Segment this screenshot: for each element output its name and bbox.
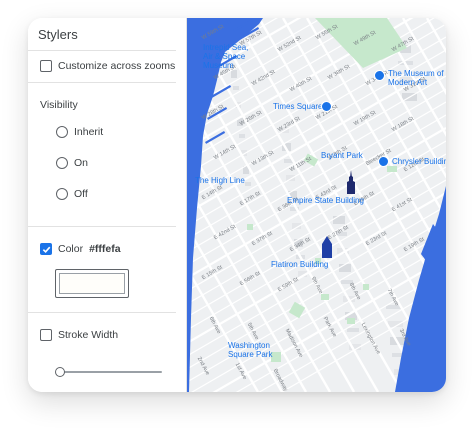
radio-circle[interactable] xyxy=(56,188,68,200)
stroke-width-checkbox[interactable]: Stroke Width xyxy=(40,329,118,341)
flatiron-icon[interactable] xyxy=(321,236,333,258)
poi-label: Times Square xyxy=(273,102,323,111)
landmark-icon[interactable] xyxy=(321,101,332,112)
building-block xyxy=(245,182,251,186)
building-block xyxy=(239,134,245,138)
poi-label: Intrepid Sea, Air & Space Museum xyxy=(203,43,249,70)
empire-state-icon[interactable] xyxy=(345,170,357,194)
radio-label: Off xyxy=(74,188,88,200)
color-checkbox[interactable]: Color #fffefa xyxy=(40,243,121,255)
poi-intrepid-museum[interactable]: Intrepid Sea, Air & Space Museum xyxy=(203,43,249,70)
poi-label: Chrysler Building xyxy=(392,157,446,166)
poi-label: The High Line xyxy=(195,176,245,185)
stroke-width-slider[interactable] xyxy=(55,367,162,377)
radio-label: On xyxy=(74,157,89,169)
poi-high-line[interactable]: The High Line xyxy=(195,176,245,185)
stroke-width-label: Stroke Width xyxy=(58,329,119,341)
building-block xyxy=(339,264,351,272)
radio-circle[interactable] xyxy=(56,157,68,169)
divider xyxy=(28,312,176,313)
check-icon xyxy=(42,246,50,253)
building-block xyxy=(233,86,239,90)
customize-zooms-checkbox[interactable]: Customize across zooms xyxy=(40,60,175,72)
visibility-radio-off[interactable]: Off xyxy=(56,188,88,200)
poi-bryant-park[interactable]: Bryant Park xyxy=(321,151,363,160)
visibility-label: Visibility xyxy=(40,99,78,111)
poi-empire-state-building[interactable]: Empire State Building xyxy=(287,196,364,205)
customize-zooms-label: Customize across zooms xyxy=(58,60,176,72)
visibility-radio-inherit[interactable]: Inherit xyxy=(56,126,103,138)
poi-label: Empire State Building xyxy=(287,196,364,205)
styler-panel: Stylers Customize across zooms Visibilit… xyxy=(28,18,187,392)
divider xyxy=(28,226,176,227)
poi-label: Bryant Park xyxy=(321,151,363,160)
poi-museum-modern-art[interactable]: The Museum of Modern Art xyxy=(388,69,446,87)
poi-label: The Museum of Modern Art xyxy=(388,69,444,87)
building-block xyxy=(347,328,359,332)
building-block xyxy=(333,216,345,224)
radio-label: Inherit xyxy=(74,126,104,138)
building-block xyxy=(286,175,295,181)
radio-circle[interactable] xyxy=(56,126,68,138)
divider xyxy=(28,50,176,51)
poi-times-square[interactable]: Times Square xyxy=(273,102,323,111)
poi-label: Flatiron Building xyxy=(271,260,329,269)
checkbox-box[interactable] xyxy=(40,243,52,255)
color-swatch[interactable] xyxy=(55,269,129,298)
poi-flatiron-building[interactable]: Flatiron Building xyxy=(271,260,328,269)
slider-thumb[interactable] xyxy=(55,367,65,377)
color-swatch-preview xyxy=(59,273,125,294)
map-styler-card: Stylers Customize across zooms Visibilit… xyxy=(28,18,446,392)
panel-title: Stylers xyxy=(38,27,78,42)
visibility-radio-on[interactable]: On xyxy=(56,157,88,169)
map-view[interactable]: W 59th St W 57th St W 52nd St W 55th St W 49… xyxy=(187,18,446,392)
poi-chrysler-building[interactable]: Chrysler Building xyxy=(392,157,446,166)
divider xyxy=(28,82,176,83)
museum-icon[interactable] xyxy=(374,70,385,81)
checkbox-box[interactable] xyxy=(40,329,52,341)
slider-track xyxy=(59,371,162,373)
building-icon[interactable] xyxy=(378,156,389,167)
checkbox-box[interactable] xyxy=(40,60,52,72)
poi-label: Washington Square Park xyxy=(228,341,273,359)
color-label: Color xyxy=(58,243,84,255)
poi-washington-square-park[interactable]: Washington Square Park xyxy=(228,341,282,359)
color-value: #fffefa xyxy=(89,243,121,255)
